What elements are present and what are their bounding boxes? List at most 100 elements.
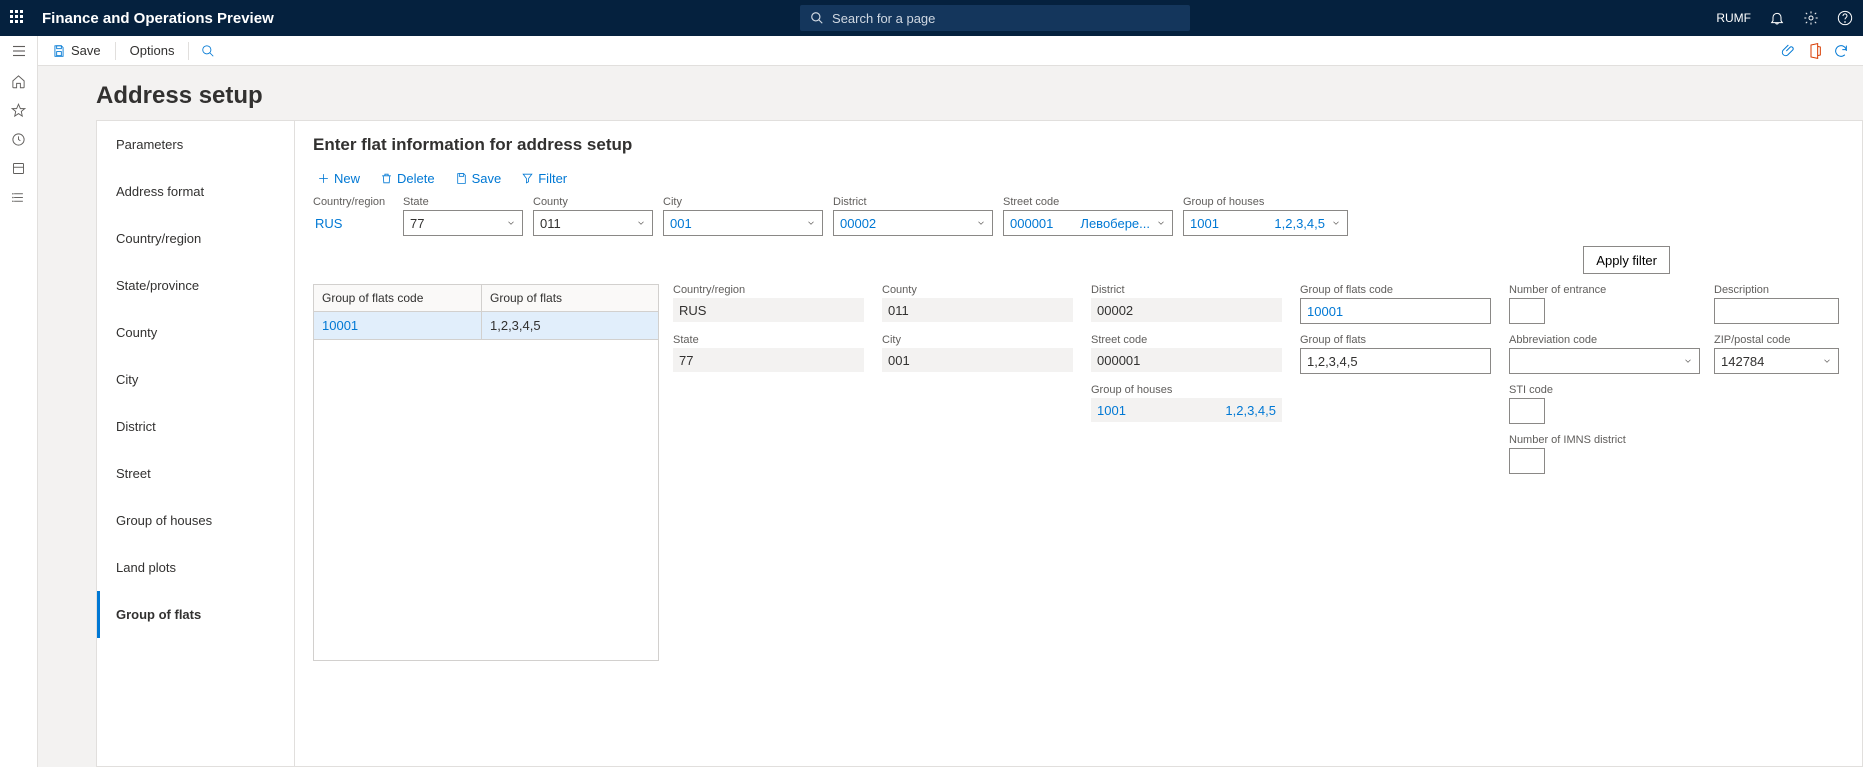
field-label: Group of flats code [1300, 284, 1491, 296]
field-label: County [882, 284, 1073, 296]
field-city: 001 [882, 348, 1073, 372]
apply-filter-button[interactable]: Apply filter [1583, 246, 1670, 274]
bell-icon[interactable] [1769, 10, 1785, 26]
chevron-down-icon [1822, 356, 1832, 366]
workspace-icon[interactable] [11, 161, 26, 176]
grid-cell-flats: 1,2,3,4,5 [482, 312, 658, 339]
field-label: Number of entrance [1509, 284, 1700, 296]
sidenav-item-land-plots[interactable]: Land plots [97, 544, 294, 591]
field-label: Group of houses [1091, 384, 1282, 396]
sidenav-item-parameters[interactable]: Parameters [97, 121, 294, 168]
field-label: Abbreviation code [1509, 334, 1700, 346]
field-country: RUS [673, 298, 864, 322]
sidenav-item-city[interactable]: City [97, 356, 294, 403]
filter-row: Country/region RUS State 77 County 011 C… [313, 196, 1844, 236]
chevron-down-icon [636, 218, 646, 228]
lower-section: Group of flats code Group of flats 10001… [313, 284, 1844, 661]
gear-icon[interactable] [1803, 10, 1819, 26]
field-imns[interactable] [1509, 448, 1545, 474]
home-icon[interactable] [11, 74, 26, 89]
save-icon [52, 44, 66, 58]
global-search[interactable] [800, 5, 1190, 31]
grid-col-flats[interactable]: Group of flats [482, 285, 658, 311]
hamburger-icon[interactable] [10, 42, 28, 60]
divider [115, 42, 116, 60]
grid-cell-code: 10001 [314, 312, 482, 339]
new-button[interactable]: New [313, 169, 364, 188]
field-label: Street code [1091, 334, 1282, 346]
sidenav-item-street[interactable]: Street [97, 450, 294, 497]
save-icon [455, 172, 468, 185]
attach-icon[interactable] [1781, 43, 1797, 59]
chevron-down-icon [1156, 218, 1166, 228]
sidenav-item-district[interactable]: District [97, 403, 294, 450]
delete-button[interactable]: Delete [376, 169, 439, 188]
save-inner-button[interactable]: Save [451, 169, 506, 188]
sidenav-item-state[interactable]: State/province [97, 262, 294, 309]
filter-label: City [663, 196, 823, 208]
filter-button[interactable]: Filter [517, 169, 571, 188]
field-houses: 10011,2,3,4,5 [1091, 398, 1282, 422]
grid-row[interactable]: 10001 1,2,3,4,5 [314, 312, 658, 340]
help-icon[interactable] [1837, 10, 1853, 26]
star-icon[interactable] [11, 103, 26, 118]
field-entrance[interactable] [1509, 298, 1545, 324]
filter-label: District [833, 196, 993, 208]
grid-col-code[interactable]: Group of flats code [314, 285, 482, 311]
save-button[interactable]: Save [46, 39, 107, 63]
recent-icon[interactable] [11, 132, 26, 147]
filter-street[interactable]: 000001Левобере... [1003, 210, 1173, 236]
options-button[interactable]: Options [124, 39, 181, 63]
field-label: State [673, 334, 864, 346]
nav-rail [0, 36, 38, 767]
chevron-down-icon [976, 218, 986, 228]
sidenav-item-country[interactable]: Country/region [97, 215, 294, 262]
field-label: Description [1714, 284, 1844, 296]
office-icon[interactable] [1807, 43, 1823, 59]
filter-houses[interactable]: 10011,2,3,4,5 [1183, 210, 1348, 236]
page-search-button[interactable] [197, 39, 219, 63]
sidenav-item-flats[interactable]: Group of flats [97, 591, 294, 638]
workspace: Parameters Address format Country/region… [38, 120, 1863, 767]
field-state: 77 [673, 348, 864, 372]
filter-country[interactable]: RUS [313, 210, 393, 236]
chevron-down-icon [506, 218, 516, 228]
field-label: ZIP/postal code [1714, 334, 1844, 346]
sidenav-item-address-format[interactable]: Address format [97, 168, 294, 215]
field-street: 000001 [1091, 348, 1282, 372]
search-input[interactable] [832, 11, 1180, 26]
field-label: District [1091, 284, 1282, 296]
search-icon [201, 44, 215, 58]
field-county: 011 [882, 298, 1073, 322]
modules-icon[interactable] [11, 190, 26, 205]
filter-label: Street code [1003, 196, 1173, 208]
content-title: Enter flat information for address setup [313, 135, 1844, 155]
details-right: Description ZIP/postal code 142784 [1714, 284, 1844, 374]
field-label: City [882, 334, 1073, 346]
filter-district[interactable]: 00002 [833, 210, 993, 236]
legal-entity[interactable]: RUMF [1716, 11, 1751, 25]
filter-state[interactable]: 77 [403, 210, 523, 236]
filter-label: State [403, 196, 523, 208]
field-district: 00002 [1091, 298, 1282, 322]
search-icon [810, 11, 824, 25]
field-flats-code[interactable]: 10001 [1300, 298, 1491, 324]
field-sti[interactable] [1509, 398, 1545, 424]
field-zip[interactable]: 142784 [1714, 348, 1839, 374]
app-launcher-icon[interactable] [10, 10, 26, 26]
field-description[interactable] [1714, 298, 1839, 324]
topbar-center [274, 5, 1717, 31]
sidenav-item-houses[interactable]: Group of houses [97, 497, 294, 544]
funnel-icon [521, 172, 534, 185]
sidenav-item-county[interactable]: County [97, 309, 294, 356]
field-abbr[interactable] [1509, 348, 1700, 374]
cmdbar-right [1781, 43, 1855, 59]
chevron-down-icon [1683, 356, 1693, 366]
filter-city[interactable]: 001 [663, 210, 823, 236]
field-flats[interactable]: 1,2,3,4,5 [1300, 348, 1491, 374]
chevron-down-icon [1331, 218, 1341, 228]
chevron-down-icon [806, 218, 816, 228]
field-label: Group of flats [1300, 334, 1491, 346]
filter-county[interactable]: 011 [533, 210, 653, 236]
refresh-icon[interactable] [1833, 43, 1849, 59]
